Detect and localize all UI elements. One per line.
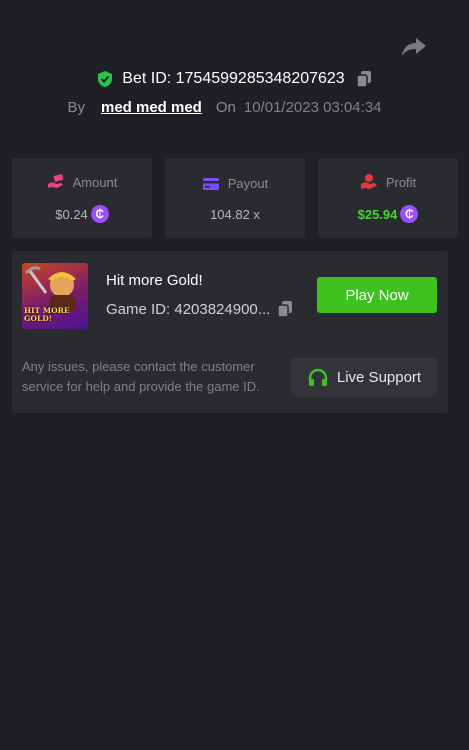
amount-value: $0.24	[55, 206, 88, 222]
game-title: Hit more Gold!	[106, 272, 203, 289]
bet-datetime: 10/01/2023 03:04:34	[243, 98, 382, 116]
copy-icon[interactable]	[276, 300, 294, 318]
author-row: By med med med On 10/01/2023 03:04:34	[0, 95, 469, 119]
game-thumbnail[interactable]: HIT MORE GOLD!	[22, 263, 88, 329]
copy-icon[interactable]	[355, 70, 373, 88]
coin-icon: ₵	[400, 205, 419, 223]
amount-card: Amount $0.24 ₵	[12, 158, 152, 238]
by-label: By	[67, 98, 85, 116]
payout-card: Payout 104.82 x	[165, 158, 305, 238]
stats-row: Amount $0.24 ₵ Payout 104.82 x Profit $2…	[12, 158, 458, 238]
shield-check-icon	[98, 71, 113, 87]
profit-label: Profit	[385, 174, 417, 190]
profit-value: $25.94	[357, 206, 398, 222]
username-link[interactable]: med med med	[101, 99, 202, 116]
game-id: Game ID: 4203824900...	[106, 300, 271, 318]
live-support-button[interactable]: Live Support	[291, 358, 437, 397]
live-support-label: Live Support	[336, 369, 422, 386]
headset-icon	[308, 368, 328, 386]
hand-money-icon	[47, 174, 63, 188]
amount-label: Amount	[72, 174, 118, 190]
on-label: On	[215, 98, 236, 116]
bet-id-row: Bet ID: 1754599285348207623	[0, 66, 469, 92]
share-icon[interactable]	[400, 36, 428, 58]
card-icon	[202, 177, 219, 190]
game-thumbnail-logo: HIT MORE GOLD!	[24, 306, 70, 323]
hand-coin-icon	[360, 174, 377, 189]
coin-icon: ₵	[90, 205, 109, 223]
play-now-button[interactable]: Play Now	[317, 277, 437, 313]
profit-card: Profit $25.94 ₵	[318, 158, 458, 238]
support-help-text: Any issues, please contact the customer …	[22, 359, 260, 394]
bet-id: Bet ID: 1754599285348207623	[122, 70, 345, 87]
game-id-row: Game ID: 4203824900...	[106, 300, 294, 318]
payout-label: Payout	[227, 176, 269, 191]
payout-value: 104.82 x	[210, 206, 260, 222]
game-card: HIT MORE GOLD! Hit more Gold! Game ID: 4…	[12, 251, 448, 413]
